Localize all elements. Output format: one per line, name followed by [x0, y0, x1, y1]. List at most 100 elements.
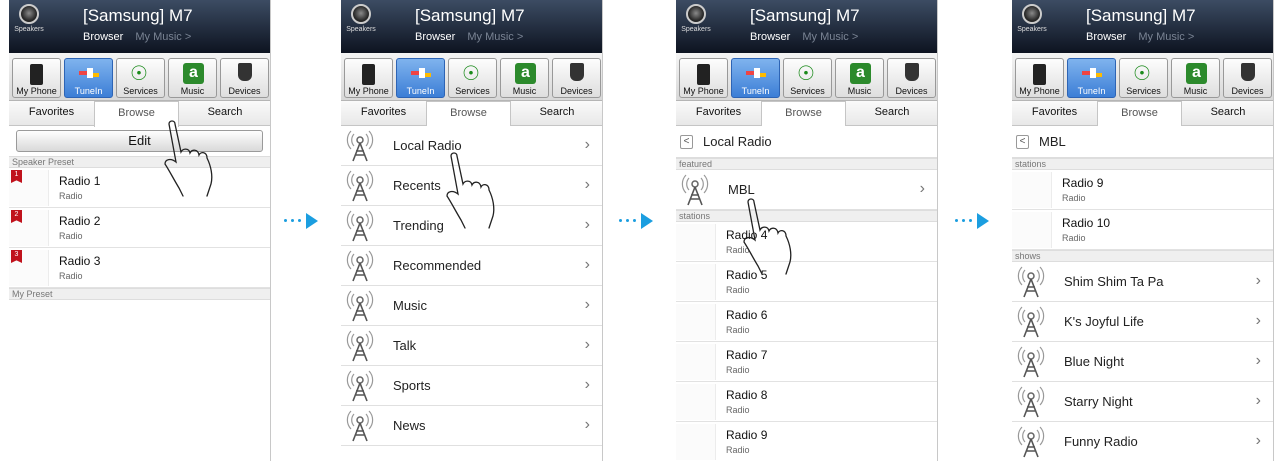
- edit-button[interactable]: Edit: [16, 130, 263, 152]
- source-tunein[interactable]: TuneIn: [731, 58, 780, 98]
- station-row[interactable]: 1 Radio 1 Radio: [9, 168, 270, 208]
- station-row[interactable]: 3 Radio 3 Radio: [9, 248, 270, 288]
- source-services[interactable]: ☉ Services: [1119, 58, 1168, 98]
- source-tunein[interactable]: TuneIn: [1067, 58, 1116, 98]
- source-services[interactable]: ☉ Services: [448, 58, 497, 98]
- browser-view-label[interactable]: Browser: [415, 31, 455, 43]
- station-row[interactable]: Radio 4 Radio: [676, 222, 937, 262]
- devices-icon: [553, 62, 600, 86]
- my-music-link[interactable]: My Music >: [802, 31, 858, 43]
- source-devices[interactable]: Devices: [552, 58, 601, 98]
- speakers-button[interactable]: Speakers: [1016, 4, 1048, 33]
- chevron-right-icon: ›: [584, 296, 590, 313]
- source-my-phone[interactable]: My Phone: [1015, 58, 1064, 98]
- list-item-label: Recommended: [393, 258, 482, 273]
- browse-list-item[interactable]: K's Joyful Life ›: [1012, 302, 1273, 342]
- browse-list-item[interactable]: MBL ›: [676, 170, 937, 210]
- tab-search[interactable]: Search: [179, 101, 270, 126]
- source-bar: My Phone TuneIn ☉ Services a Music Devices: [341, 53, 602, 101]
- station-name: Radio 10: [1062, 216, 1111, 230]
- tab-search[interactable]: Search: [511, 101, 602, 126]
- source-my-phone[interactable]: My Phone: [679, 58, 728, 98]
- browse-list-item[interactable]: Funny Radio ›: [1012, 422, 1273, 461]
- station-row[interactable]: 2 Radio 2 Radio: [9, 208, 270, 248]
- browse-list-item[interactable]: Sports ›: [341, 366, 602, 406]
- back-button[interactable]: <: [1016, 135, 1029, 149]
- source-tunein[interactable]: TuneIn: [64, 58, 113, 98]
- browse-list-item[interactable]: News ›: [341, 406, 602, 446]
- tab-browse[interactable]: Browse: [426, 101, 511, 127]
- browse-list-item[interactable]: Blue Night ›: [1012, 342, 1273, 382]
- speakers-label: Speakers: [1017, 26, 1047, 33]
- source-my-phone[interactable]: My Phone: [344, 58, 393, 98]
- breadcrumb-title: MBL: [1039, 134, 1066, 149]
- source-devices[interactable]: Devices: [220, 58, 269, 98]
- tab-favorites[interactable]: Favorites: [676, 101, 761, 126]
- tab-browse[interactable]: Browse: [1097, 101, 1182, 127]
- source-music[interactable]: a Music: [500, 58, 549, 98]
- speakers-label: Speakers: [14, 26, 44, 33]
- station-row[interactable]: Radio 9 Radio: [676, 422, 937, 461]
- station-name: Radio 8: [726, 388, 768, 402]
- my-music-link[interactable]: My Music >: [135, 31, 191, 43]
- browse-list-item[interactable]: Music ›: [341, 286, 602, 326]
- browse-list-item[interactable]: Starry Night ›: [1012, 382, 1273, 422]
- tab-favorites[interactable]: Favorites: [9, 101, 94, 126]
- source-devices[interactable]: Devices: [887, 58, 936, 98]
- station-row[interactable]: Radio 6 Radio: [676, 302, 937, 342]
- browse-list-item[interactable]: Talk ›: [341, 326, 602, 366]
- speakers-button[interactable]: Speakers: [13, 4, 45, 33]
- browse-list-item[interactable]: Local Radio ›: [341, 126, 602, 166]
- tab-favorites[interactable]: Favorites: [1012, 101, 1097, 126]
- back-button[interactable]: <: [680, 135, 693, 149]
- browse-list-item[interactable]: Shim Shim Ta Pa ›: [1012, 262, 1273, 302]
- station-subtitle: Radio: [726, 445, 750, 455]
- source-label: My Phone: [683, 86, 724, 96]
- source-devices[interactable]: Devices: [1223, 58, 1272, 98]
- my-music-link[interactable]: My Music >: [467, 31, 523, 43]
- browser-view-label[interactable]: Browser: [1086, 31, 1126, 43]
- chevron-right-icon: ›: [1255, 312, 1261, 329]
- shows-header: shows: [1012, 250, 1273, 262]
- tunein-icon: [732, 62, 779, 86]
- station-row[interactable]: Radio 10 Radio: [1012, 210, 1273, 250]
- stations-header: stations: [676, 210, 937, 222]
- view-switch: Browser My Music >: [1086, 31, 1194, 43]
- tab-search[interactable]: Search: [1182, 101, 1273, 126]
- source-tunein[interactable]: TuneIn: [396, 58, 445, 98]
- phone-icon: [345, 62, 392, 86]
- speakers-button[interactable]: Speakers: [345, 4, 377, 33]
- radio-antenna-icon: [345, 409, 375, 443]
- tab-favorites[interactable]: Favorites: [341, 101, 426, 126]
- view-switch: Browser My Music >: [83, 31, 191, 43]
- chevron-right-icon: ›: [1255, 272, 1261, 289]
- browse-list-item[interactable]: Trending ›: [341, 206, 602, 246]
- station-row[interactable]: Radio 7 Radio: [676, 342, 937, 382]
- browser-view-label[interactable]: Browser: [83, 31, 123, 43]
- source-my-phone[interactable]: My Phone: [12, 58, 61, 98]
- browse-list-item[interactable]: Recents ›: [341, 166, 602, 206]
- tab-browse[interactable]: Browse: [761, 101, 846, 127]
- station-thumbnail: 2: [9, 210, 49, 246]
- station-subtitle: Radio: [726, 405, 750, 415]
- source-music[interactable]: a Music: [168, 58, 217, 98]
- speakers-label: Speakers: [681, 26, 711, 33]
- station-row[interactable]: Radio 5 Radio: [676, 262, 937, 302]
- browse-list-item[interactable]: Recommended ›: [341, 246, 602, 286]
- station-row[interactable]: Radio 9 Radio: [1012, 170, 1273, 210]
- my-music-link[interactable]: My Music >: [1138, 31, 1194, 43]
- speakers-button[interactable]: Speakers: [680, 4, 712, 33]
- source-music[interactable]: a Music: [835, 58, 884, 98]
- list-item-label: Starry Night: [1064, 394, 1133, 409]
- station-thumbnail: [676, 224, 716, 260]
- source-services[interactable]: ☉ Services: [116, 58, 165, 98]
- radio-antenna-icon: [1016, 265, 1046, 299]
- source-services[interactable]: ☉ Services: [783, 58, 832, 98]
- station-row[interactable]: Radio 8 Radio: [676, 382, 937, 422]
- source-music[interactable]: a Music: [1171, 58, 1220, 98]
- tab-browse[interactable]: Browse: [94, 101, 179, 127]
- station-subtitle: Radio: [726, 245, 750, 255]
- phone-icon: [1016, 62, 1063, 86]
- browser-view-label[interactable]: Browser: [750, 31, 790, 43]
- tab-search[interactable]: Search: [846, 101, 937, 126]
